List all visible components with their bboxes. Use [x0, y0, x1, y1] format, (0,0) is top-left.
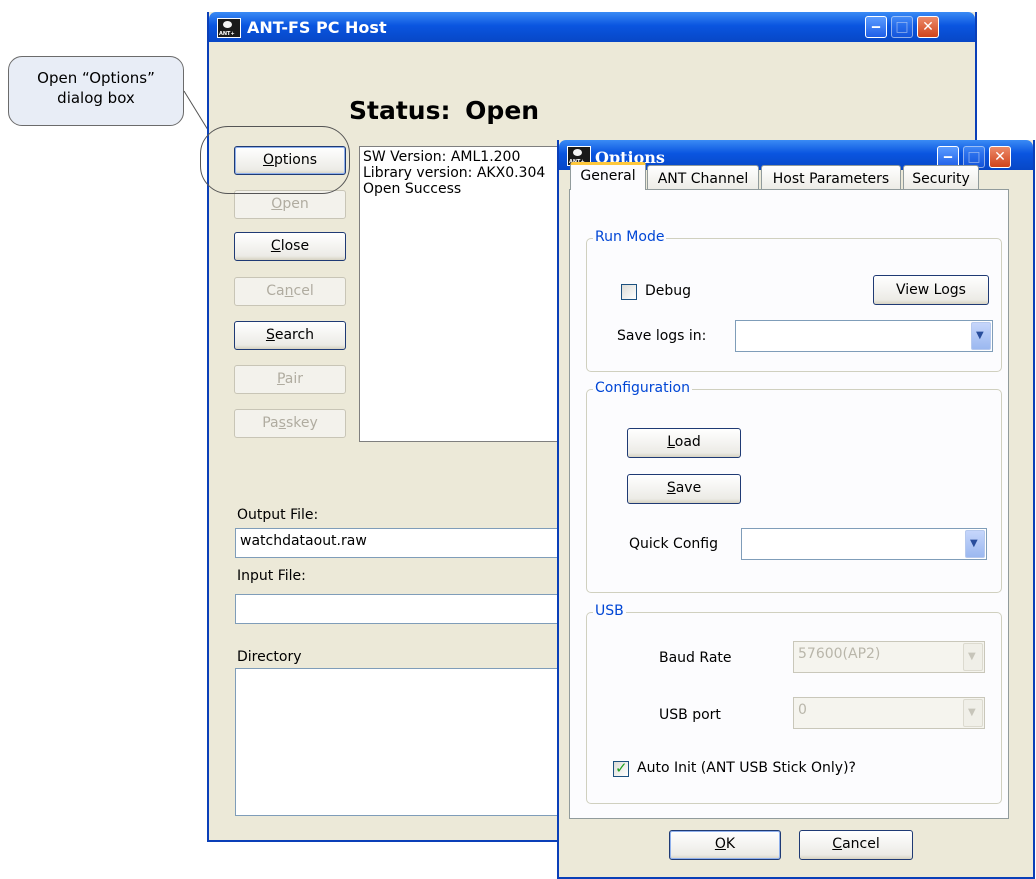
- passkey-button: Passkey: [234, 409, 346, 438]
- status-label: Status:: [349, 96, 451, 125]
- save-button[interactable]: Save: [627, 474, 741, 504]
- output-file-label: Output File:: [237, 507, 319, 523]
- quick-config-label: Quick Config: [629, 536, 718, 552]
- baud-rate-combo: 57600(AP2) ▼: [793, 641, 985, 673]
- status-value: Open: [465, 96, 540, 125]
- ok-button[interactable]: OK: [669, 830, 781, 860]
- callout-line-2: dialog box: [57, 89, 135, 107]
- maximize-icon: □: [891, 16, 913, 38]
- dialog-cancel-button[interactable]: Cancel: [799, 830, 913, 860]
- close-button[interactable]: Close: [234, 232, 346, 261]
- load-button[interactable]: Load: [627, 428, 741, 458]
- close-icon[interactable]: ✕: [989, 146, 1011, 168]
- log-line: SW Version: AML1.200: [363, 149, 521, 165]
- general-tab-page: Run Mode Debug View Logs Save logs in: ▼…: [569, 189, 1009, 819]
- run-mode-group: Run Mode Debug View Logs Save logs in: ▼: [586, 229, 1002, 372]
- tab-ant-channel[interactable]: ANT Channel: [647, 165, 759, 190]
- input-file-field[interactable]: [235, 594, 575, 624]
- pair-button: Pair: [234, 365, 346, 394]
- usb-group: USB Baud Rate 57600(AP2) ▼ USB port 0 ▼ …: [586, 603, 1002, 804]
- auto-init-label: Auto Init (ANT USB Stick Only)?: [637, 760, 856, 776]
- view-logs-button[interactable]: View Logs: [873, 275, 989, 305]
- baud-rate-label: Baud Rate: [659, 650, 732, 666]
- tab-host-parameters[interactable]: Host Parameters: [761, 165, 901, 190]
- configuration-group: Configuration Load Save Quick Config ▼: [586, 380, 1002, 593]
- main-title-bar[interactable]: ANT-FS PC Host ‒ □ ✕: [209, 12, 975, 42]
- callout-line-1: Open “Options”: [37, 69, 155, 87]
- debug-label: Debug: [645, 283, 692, 299]
- close-icon[interactable]: ✕: [917, 16, 939, 38]
- main-window-title: ANT-FS PC Host: [247, 18, 387, 37]
- quick-config-combo[interactable]: ▼: [741, 528, 987, 560]
- output-file-value: watchdataout.raw: [240, 533, 367, 549]
- input-file-label: Input File:: [237, 568, 306, 584]
- tab-general[interactable]: General: [570, 162, 646, 190]
- baud-rate-value: 57600(AP2): [798, 646, 881, 662]
- save-logs-combo[interactable]: ▼: [735, 320, 993, 352]
- directory-label: Directory: [237, 649, 302, 665]
- usb-port-value: 0: [798, 702, 807, 718]
- tab-security[interactable]: Security: [903, 165, 979, 190]
- options-highlight-ring: [200, 126, 350, 194]
- annotation-callout: Open “Options” dialog box: [8, 56, 184, 126]
- chevron-down-icon: ▼: [963, 643, 983, 671]
- usb-title: USB: [593, 603, 626, 619]
- chevron-down-icon: ▼: [963, 699, 983, 727]
- configuration-title: Configuration: [593, 380, 692, 396]
- save-logs-label: Save logs in:: [617, 328, 707, 344]
- directory-list[interactable]: [235, 668, 575, 816]
- open-button: Open: [234, 190, 346, 219]
- cancel-button: Cancel: [234, 277, 346, 306]
- chevron-down-icon[interactable]: ▼: [965, 530, 985, 558]
- log-line: Open Success: [363, 181, 462, 197]
- ant-app-icon: [217, 18, 241, 38]
- chevron-down-icon[interactable]: ▼: [971, 322, 991, 350]
- status-heading: Status: Open: [349, 96, 539, 125]
- minimize-icon[interactable]: ‒: [865, 16, 887, 38]
- output-file-field[interactable]: watchdataout.raw: [235, 528, 575, 558]
- debug-checkbox[interactable]: [621, 284, 637, 300]
- options-dialog: Options ‒ □ ✕ General ANT Channel Host P…: [557, 140, 1035, 879]
- search-button[interactable]: Search: [234, 321, 346, 350]
- usb-port-label: USB port: [659, 707, 721, 723]
- auto-init-checkbox[interactable]: [613, 759, 629, 777]
- usb-port-combo: 0 ▼: [793, 697, 985, 729]
- run-mode-title: Run Mode: [593, 229, 667, 245]
- log-line: Library version: AKX0.304: [363, 165, 546, 181]
